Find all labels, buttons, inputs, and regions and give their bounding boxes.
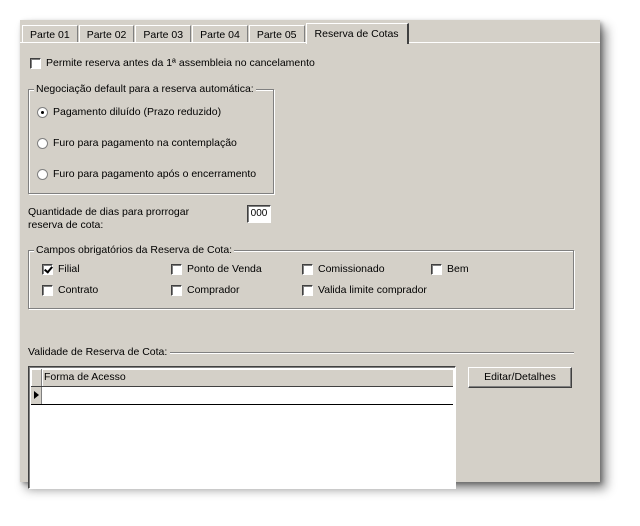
option-label: Furo para pagamento na contemplação (53, 137, 237, 149)
campo-comprador[interactable]: Comprador (171, 284, 240, 296)
option-furo-contemplacao[interactable]: Furo para pagamento na contemplação (37, 137, 237, 149)
campo-ponto-de-venda[interactable]: Ponto de Venda (171, 263, 262, 275)
bem-checkbox[interactable] (431, 263, 442, 275)
campo-label: Ponto de Venda (187, 263, 262, 275)
grid-cell[interactable] (42, 387, 453, 404)
column-forma-de-acesso[interactable]: Forma de Acesso (42, 369, 453, 386)
campo-label: Filial (58, 263, 80, 275)
campos-legend: Campos obrigatórios da Reserva de Cota: (34, 244, 235, 256)
forma-de-acesso-grid[interactable]: Forma de Acesso (28, 366, 456, 489)
dias-label-line1: Quantidade de dias para prorrogar (28, 206, 190, 218)
tab-strip: Parte 01 Parte 02 Parte 03 Parte 04 Part… (22, 22, 410, 44)
permite-reserva-label: Permite reserva antes da 1ª assembleia n… (46, 57, 315, 69)
option-label: Pagamento diluído (Prazo reduzido) (53, 106, 222, 118)
dias-input[interactable]: 000 (247, 205, 271, 223)
tab-reserva-de-cotas[interactable]: Reserva de Cotas (305, 23, 409, 44)
radio-furo-contemplacao[interactable] (37, 137, 48, 149)
campo-bem[interactable]: Bem (431, 263, 469, 275)
tab-parte-05[interactable]: Parte 05 (248, 25, 305, 43)
campo-comissionado[interactable]: Comissionado (302, 263, 385, 275)
dias-label-line2: reserva de cota: (28, 219, 104, 231)
campo-label: Bem (447, 263, 469, 275)
tab-panel: Permite reserva antes da 1ª assembleia n… (20, 42, 600, 489)
editar-detalhes-button[interactable]: Editar/Detalhes (468, 367, 572, 388)
dialog-window: Parte 01 Parte 02 Parte 03 Parte 04 Part… (20, 20, 600, 489)
filial-checkbox[interactable] (42, 263, 53, 275)
campo-label: Valida limite comprador (318, 284, 427, 296)
campos-group: Campos obrigatórios da Reserva de Cota: … (28, 244, 574, 309)
permite-reserva-checkbox[interactable] (30, 57, 41, 69)
contrato-checkbox[interactable] (42, 284, 53, 296)
radio-pagamento-diluido[interactable] (37, 106, 48, 118)
tab-parte-02[interactable]: Parte 02 (78, 25, 135, 43)
comissionado-checkbox[interactable] (302, 263, 313, 275)
grid-header: Forma de Acesso (31, 369, 453, 387)
campo-label: Comissionado (318, 263, 385, 275)
negociacao-group: Negociação default para a reserva automá… (28, 83, 274, 194)
table-row[interactable] (31, 387, 453, 405)
option-furo-encerramento[interactable]: Furo para pagamento após o encerramento (37, 168, 256, 180)
valida-limite-comprador-checkbox[interactable] (302, 284, 313, 296)
tab-parte-03[interactable]: Parte 03 (135, 25, 192, 43)
permite-reserva-row[interactable]: Permite reserva antes da 1ª assembleia n… (30, 57, 315, 69)
radio-furo-encerramento[interactable] (37, 168, 48, 180)
row-pointer-icon (31, 387, 42, 404)
option-label: Furo para pagamento após o encerramento (53, 168, 257, 180)
option-pagamento-diluido[interactable]: Pagamento diluído (Prazo reduzido) (37, 106, 221, 118)
tab-parte-01[interactable]: Parte 01 (22, 25, 78, 43)
dias-label: Quantidade de dias para prorrogar reserv… (28, 206, 189, 232)
comprador-checkbox[interactable] (171, 284, 182, 296)
campo-label: Contrato (58, 284, 99, 296)
tab-parte-04[interactable]: Parte 04 (192, 25, 248, 43)
campo-valida-limite-comprador[interactable]: Valida limite comprador (302, 284, 427, 296)
validade-label: Validade de Reserva de Cota: (28, 346, 171, 358)
grid-corner (31, 369, 42, 386)
campo-filial[interactable]: Filial (42, 263, 80, 275)
negociacao-legend: Negociação default para a reserva automá… (34, 83, 256, 95)
campo-contrato[interactable]: Contrato (42, 284, 98, 296)
campo-label: Comprador (187, 284, 240, 296)
ponto-de-venda-checkbox[interactable] (171, 263, 182, 275)
